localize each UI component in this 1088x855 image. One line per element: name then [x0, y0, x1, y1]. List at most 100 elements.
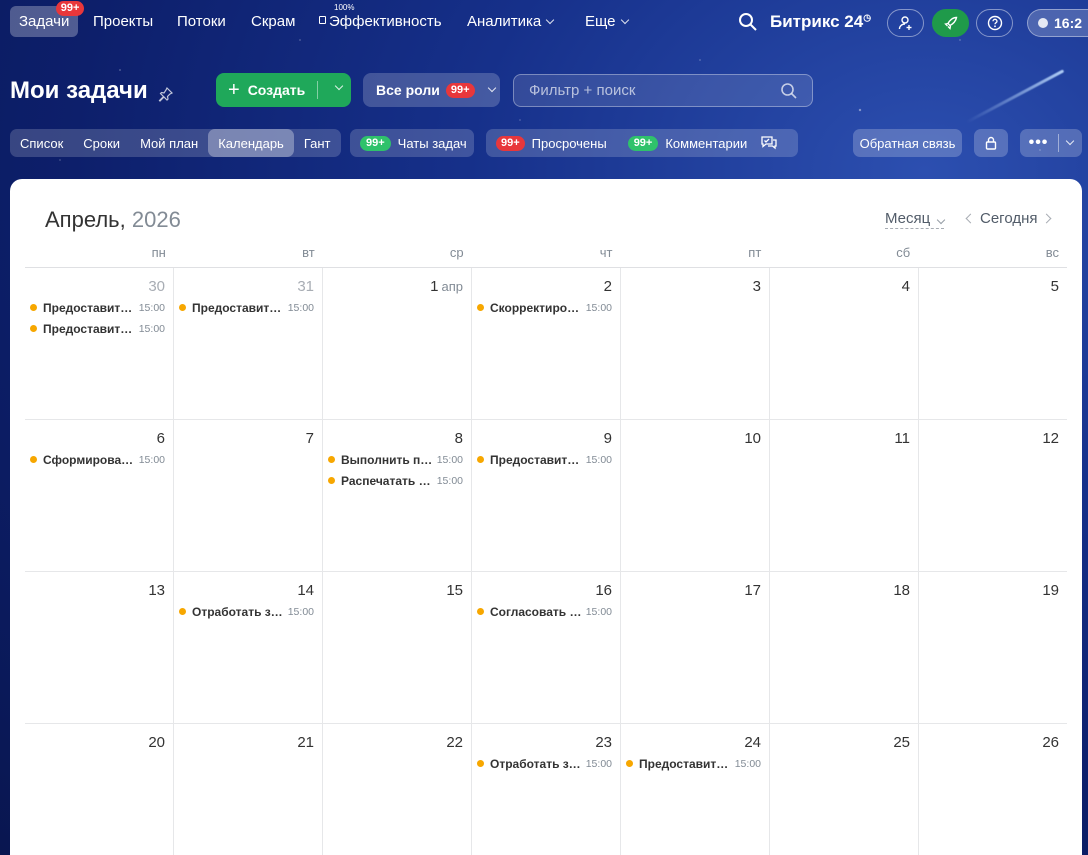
calendar-day-cell[interactable]: 31 Предоставить ... 15:00: [174, 268, 323, 419]
calendar-day-cell[interactable]: 7: [174, 420, 323, 571]
day-number-value: 24: [744, 734, 761, 751]
calendar-event[interactable]: Предоставить ... 15:00: [179, 297, 314, 318]
search-icon[interactable]: [780, 82, 798, 100]
calendar-day-cell[interactable]: 20: [25, 724, 174, 855]
event-title: Предоставить ...: [43, 300, 135, 315]
calendar-day-cell[interactable]: 4: [770, 268, 919, 419]
event-time: 15:00: [585, 605, 612, 618]
event-title: Предоставить ...: [639, 756, 731, 771]
day-number-value: 21: [297, 734, 314, 751]
comments-count-badge: 99+: [627, 135, 659, 151]
day-number: 31: [297, 278, 314, 295]
weekday-header: пн вт ср чт пт сб вс: [25, 245, 1067, 268]
calendar-day-cell[interactable]: 13: [25, 572, 174, 723]
day-events: Отработать за... 15:00: [477, 753, 612, 774]
event-time: 15:00: [734, 757, 761, 770]
lock-button[interactable]: [974, 129, 1008, 157]
calendar-day-cell[interactable]: 14 Отработать за... 15:00: [174, 572, 323, 723]
overdue-filter[interactable]: 99+ Просрочены: [496, 135, 607, 151]
nav-item-more[interactable]: Еще: [576, 6, 637, 37]
today-button[interactable]: Сегодня: [980, 210, 1038, 227]
read-all-comments-icon[interactable]: [760, 135, 778, 151]
calendar-day-cell[interactable]: 8 Выполнить пр... 15:00 Распечатать и ... 15…: [323, 420, 472, 571]
calendar-day-cell[interactable]: 9 Предоставить ... 15:00: [472, 420, 621, 571]
tab-my-plan[interactable]: Мой план: [130, 129, 208, 157]
calendar-day-cell[interactable]: 23 Отработать за... 15:00: [472, 724, 621, 855]
calendar-event[interactable]: Согласовать с ... 15:00: [477, 601, 612, 622]
calendar-event[interactable]: Отработать за... 15:00: [477, 753, 612, 774]
view-mode-dropdown[interactable]: Месяц: [885, 210, 946, 229]
plus-icon: +: [228, 79, 240, 101]
comments-filter[interactable]: 99+ Комментарии: [627, 135, 747, 151]
weekday-label: вт: [302, 245, 315, 260]
create-label: Создать: [247, 82, 306, 98]
tab-calendar[interactable]: Календарь: [208, 129, 294, 157]
chevron-down-icon[interactable]: [1066, 136, 1075, 146]
work-time: 16:2: [1054, 15, 1083, 31]
help-button[interactable]: [976, 9, 1013, 37]
feedback-button[interactable]: Обратная связь: [853, 129, 962, 157]
calendar-day-cell[interactable]: 24 Предоставить ... 15:00: [621, 724, 770, 855]
calendar-event[interactable]: Выполнить пр... 15:00: [328, 449, 463, 470]
task-chats-button[interactable]: 99+ Чаты задач: [350, 129, 474, 157]
day-number-value: 12: [1042, 430, 1059, 447]
next-month-icon[interactable]: [1041, 213, 1052, 224]
calendar-event[interactable]: Предоставить ... 15:00: [626, 753, 761, 774]
work-day-button[interactable]: 16:2: [1027, 9, 1088, 37]
event-time: 15:00: [138, 453, 165, 466]
add-user-button[interactable]: [887, 9, 924, 37]
filter-search-input[interactable]: Фильтр + поиск: [513, 74, 813, 107]
question-icon: [987, 15, 1002, 31]
calendar-day-cell[interactable]: 16 Согласовать с ... 15:00: [472, 572, 621, 723]
split-divider: [317, 81, 318, 99]
calendar-event[interactable]: Отработать за... 15:00: [179, 601, 314, 622]
chevron-down-icon[interactable]: [334, 81, 344, 91]
brand-name: Битрикс 24: [770, 12, 864, 31]
calendar-day-cell[interactable]: 30 Предоставить ... 15:00 Предоставить ... 1…: [25, 268, 174, 419]
calendar-event[interactable]: Сформировать... 15:00: [30, 449, 165, 470]
calendar-day-cell[interactable]: 21: [174, 724, 323, 855]
nav-item-projects[interactable]: Проекты: [84, 6, 162, 37]
calendar-grid: 30 Предоставить ... 15:00 Предоставить ... 1…: [25, 268, 1067, 855]
calendar-day-cell[interactable]: 19: [919, 572, 1067, 723]
calendar-day-cell[interactable]: 6 Сформировать... 15:00: [25, 420, 174, 571]
tab-list[interactable]: Список: [10, 129, 73, 157]
calendar-event[interactable]: Распечатать и ... 15:00: [328, 470, 463, 491]
calendar-day-cell[interactable]: 25: [770, 724, 919, 855]
roles-dropdown[interactable]: Все роли 99+: [363, 73, 500, 107]
tab-gantt[interactable]: Гант: [294, 129, 341, 157]
calendar-event[interactable]: Предоставить ... 15:00: [477, 449, 612, 470]
calendar-day-cell[interactable]: 12: [919, 420, 1067, 571]
create-task-button[interactable]: + Создать: [216, 73, 351, 107]
calendar-day-cell[interactable]: 10: [621, 420, 770, 571]
calendar-event[interactable]: Скорректиров... 15:00: [477, 297, 612, 318]
day-number-value: 26: [1042, 734, 1059, 751]
prev-month-icon[interactable]: [965, 213, 976, 224]
pin-icon[interactable]: [158, 86, 174, 102]
calendar-day-cell[interactable]: 5: [919, 268, 1067, 419]
calendar-day-cell[interactable]: 1 апр: [323, 268, 472, 419]
calendar-week-row: 20 21 22 23 Отработать за... 15:00 24 Предостав…: [25, 724, 1067, 855]
event-status-dot: [30, 456, 37, 463]
nav-item-tasks[interactable]: Задачи 99+: [10, 1, 85, 37]
weekday-label: вс: [1045, 245, 1060, 260]
calendar-day-cell[interactable]: 15: [323, 572, 472, 723]
calendar-event[interactable]: Предоставить ... 15:00: [30, 297, 165, 318]
calendar-day-cell[interactable]: 17: [621, 572, 770, 723]
search-icon[interactable]: [738, 12, 758, 32]
calendar-day-cell[interactable]: 11: [770, 420, 919, 571]
tab-deadlines[interactable]: Сроки: [73, 129, 130, 157]
calendar-day-cell[interactable]: 3: [621, 268, 770, 419]
nav-item-flows[interactable]: Потоки: [168, 6, 235, 37]
nav-item-analytics[interactable]: Аналитика: [458, 6, 562, 37]
more-actions-button[interactable]: •••: [1020, 129, 1082, 157]
rocket-button[interactable]: [932, 9, 969, 37]
calendar-event[interactable]: Предоставить ... 15:00: [30, 318, 165, 339]
calendar-day-cell[interactable]: 26: [919, 724, 1067, 855]
calendar-day-cell[interactable]: 18: [770, 572, 919, 723]
calendar-day-cell[interactable]: 2 Скорректиров... 15:00: [472, 268, 621, 419]
nav-item-scrum[interactable]: Скрам: [242, 6, 304, 37]
brand-logo[interactable]: Битрикс 24◷: [770, 12, 871, 32]
calendar-day-cell[interactable]: 22: [323, 724, 472, 855]
nav-item-efficiency[interactable]: Эффективность: [310, 6, 451, 37]
